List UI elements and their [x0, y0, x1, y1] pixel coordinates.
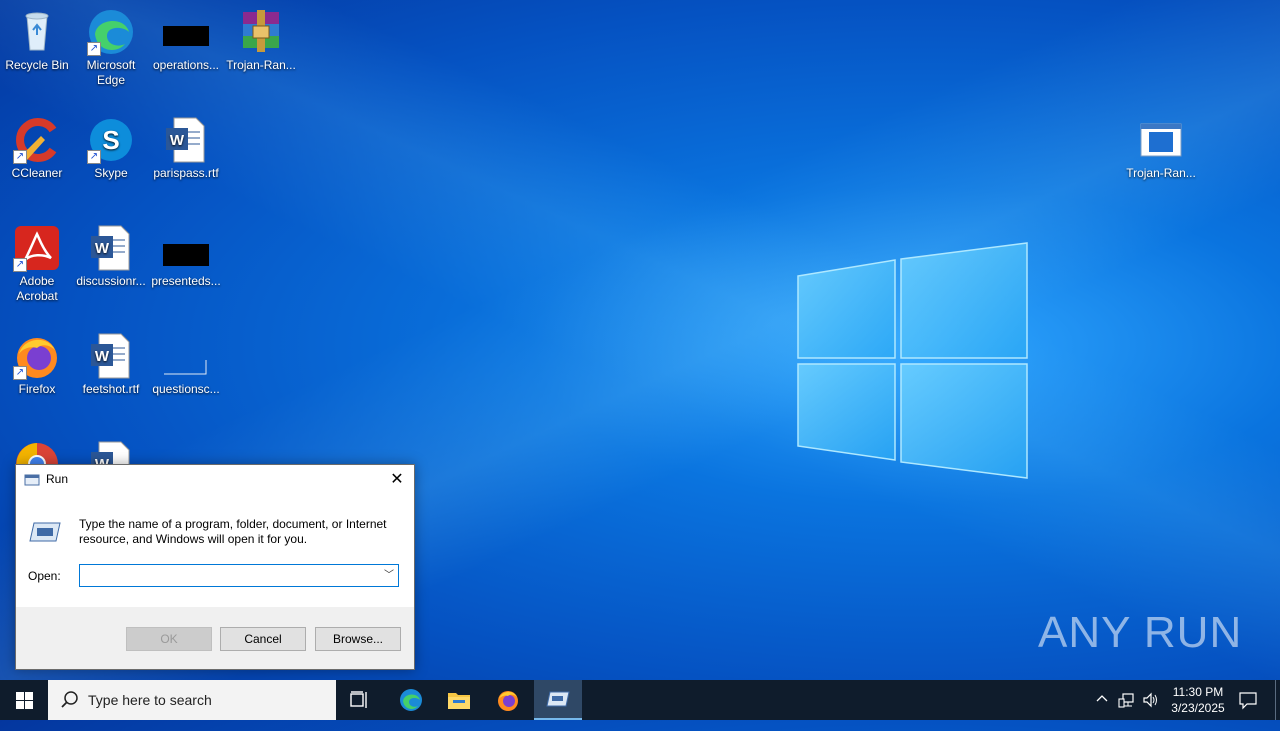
desktop-icon-operations[interactable]: operations...: [149, 2, 223, 73]
desktop-icon-label: Adobe Acrobat: [16, 274, 58, 303]
recycle-bin-icon: [13, 8, 61, 56]
desktop-icon-label: Recycle Bin: [5, 58, 69, 72]
close-button[interactable]: ✕: [384, 467, 410, 493]
task-view-icon: [350, 691, 370, 714]
run-dialog-titlebar[interactable]: Run ✕: [16, 465, 414, 495]
speaker-icon[interactable]: [1142, 691, 1160, 731]
run-icon: [546, 688, 570, 715]
desktop-icon-label: Trojan-Ran...: [1126, 166, 1196, 180]
network-icon[interactable]: [1118, 691, 1136, 731]
search-icon: [60, 690, 80, 715]
windows-start-icon: [16, 692, 33, 709]
taskbar-search-box[interactable]: Type here to search: [48, 680, 336, 720]
desktop-icon-label: discussionr...: [76, 274, 146, 288]
edge-icon: [399, 688, 423, 717]
desktop-icon-label: CCleaner: [11, 166, 63, 180]
desktop-icon-label: Microsoft Edge: [86, 58, 136, 87]
skype-icon: S ↗: [87, 116, 135, 164]
clock-time: 11:30 PM: [1172, 685, 1224, 699]
svg-text:S: S: [102, 125, 119, 155]
windows-wallpaper-logo: [797, 242, 1028, 479]
chevron-down-icon[interactable]: ﹀: [380, 565, 398, 586]
anyrun-watermark: ANY RUN: [1038, 608, 1243, 657]
desktop-icon-label: Skype: [94, 166, 128, 180]
redacted-file-icon: [162, 8, 210, 56]
firefox-icon: [496, 688, 520, 717]
word-document-icon: W: [162, 116, 210, 164]
open-input[interactable]: [84, 565, 378, 586]
run-dialog-title: Run: [46, 472, 69, 486]
taskbar-file-explorer[interactable]: [435, 680, 483, 720]
taskbar-firefox[interactable]: [484, 680, 532, 720]
svg-text:W: W: [95, 240, 110, 257]
winrar-archive-icon: [237, 8, 285, 56]
desktop-icon-trojan-ran-exe[interactable]: Trojan-Ran...: [1124, 110, 1198, 181]
desktop-icon-questionsc[interactable]: questionsc...: [149, 326, 223, 397]
desktop-icon-feetshot[interactable]: W feetshot.rtf: [74, 326, 148, 397]
desktop-icon-presenteds[interactable]: presenteds...: [149, 218, 223, 289]
word-document-icon: W: [87, 224, 135, 272]
clock-date: 3/23/2025: [1171, 701, 1225, 715]
run-dialog-body: Type the name of a program, folder, docu…: [16, 495, 414, 607]
ccleaner-icon: ↗: [13, 116, 61, 164]
desktop-icon-label: questionsc...: [152, 382, 220, 396]
desktop-icon-label: presenteds...: [151, 274, 221, 288]
desktop-icon-label: feetshot.rtf: [82, 382, 140, 396]
desktop-icon-microsoft-edge[interactable]: ↗ Microsoft Edge: [74, 2, 148, 88]
shortcut-arrow-icon: ↗: [87, 150, 101, 164]
desktop-icon-trojan-ran-archive[interactable]: Trojan-Ran...: [224, 2, 298, 73]
acrobat-icon: ↗: [13, 224, 61, 272]
run-icon: [24, 473, 40, 492]
application-window-icon: [1137, 116, 1185, 164]
desktop-icon-parispass[interactable]: W parispass.rtf: [149, 110, 223, 181]
chevron-up-icon[interactable]: [1094, 691, 1110, 731]
redacted-file-icon: [162, 224, 210, 272]
shortcut-arrow-icon: ↗: [13, 258, 27, 272]
desktop-icon-discussionr[interactable]: W discussionr...: [74, 218, 148, 289]
shortcut-arrow-icon: ↗: [13, 150, 27, 164]
blank-file-icon: [162, 332, 210, 380]
shortcut-arrow-icon: ↗: [87, 42, 101, 56]
task-view-button[interactable]: [336, 680, 384, 720]
run-dialog-description: Type the name of a program, folder, docu…: [79, 517, 387, 546]
browse-button[interactable]: Browse...: [315, 627, 401, 651]
desktop-icon-label: parispass.rtf: [153, 166, 219, 180]
search-placeholder: Type here to search: [88, 692, 212, 708]
desktop-icon-firefox[interactable]: ↗ Firefox: [0, 326, 74, 397]
firefox-icon: ↗: [13, 332, 61, 380]
run-program-icon: [28, 519, 62, 550]
edge-icon: ↗: [87, 8, 135, 56]
svg-text:W: W: [95, 348, 110, 365]
ok-button[interactable]: OK: [126, 627, 212, 651]
open-label: Open:: [28, 569, 61, 583]
taskbar-clock[interactable]: 11:30 PM 3/23/2025: [1162, 684, 1234, 716]
desktop-icon-skype[interactable]: S ↗ Skype: [74, 110, 148, 181]
taskbar-edge[interactable]: [387, 680, 435, 720]
desktop-icon-adobe-acrobat[interactable]: ↗ Adobe Acrobat: [0, 218, 74, 304]
taskbar-run-dialog[interactable]: [534, 680, 582, 720]
word-document-icon: W: [87, 332, 135, 380]
notification-icon[interactable]: [1238, 690, 1258, 730]
run-dialog: Run ✕ Type the name of a program, folder…: [15, 464, 415, 670]
show-desktop-button[interactable]: [1275, 680, 1280, 720]
start-button[interactable]: [0, 680, 48, 720]
cancel-button[interactable]: Cancel: [220, 627, 306, 651]
desktop-icon-label: Firefox: [18, 382, 56, 396]
desktop-icon-recycle-bin[interactable]: Recycle Bin: [0, 2, 74, 73]
shortcut-arrow-icon: ↗: [13, 366, 27, 380]
taskbar: Type here to search 11:30 PM 3/23/2025: [0, 680, 1280, 720]
open-combobox[interactable]: ﹀: [79, 564, 399, 587]
desktop-icon-ccleaner[interactable]: ↗ CCleaner: [0, 110, 74, 181]
desktop-icon-label: Trojan-Ran...: [226, 58, 296, 72]
folder-icon: [447, 688, 471, 717]
svg-text:W: W: [170, 132, 185, 149]
desktop-icon-label: operations...: [152, 58, 220, 72]
